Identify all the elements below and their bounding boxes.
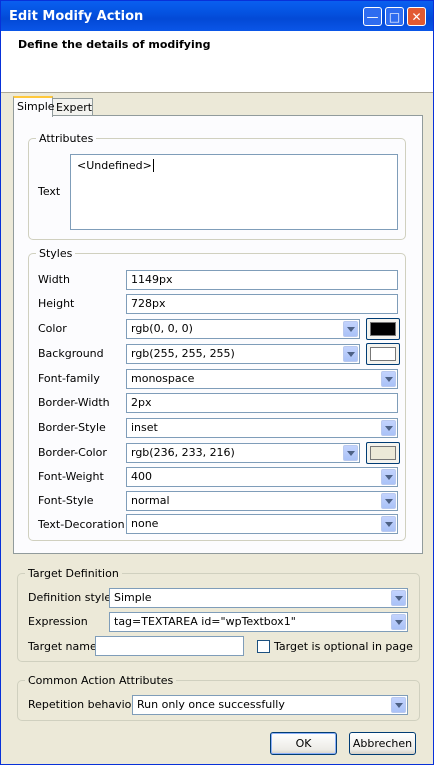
- tab-expert-label: Expert: [56, 101, 93, 114]
- chevron-down-icon[interactable]: [343, 445, 358, 461]
- border-color-select[interactable]: rgb(236, 233, 216): [126, 443, 360, 463]
- styles-legend: Styles: [36, 247, 76, 260]
- chevron-down-icon[interactable]: [343, 321, 358, 337]
- border-style-select-value: inset: [131, 421, 158, 434]
- target-definition-group: Target Definition Definition style Simpl…: [17, 567, 420, 662]
- font-weight-select-value: 400: [131, 470, 152, 483]
- expression-label: Expression: [28, 615, 88, 628]
- title-bar[interactable]: Edit Modify Action — □ ✕: [1, 1, 433, 31]
- color-select[interactable]: rgb(0, 0, 0): [126, 319, 360, 339]
- target-name-label: Target name: [28, 640, 97, 653]
- background-select[interactable]: rgb(255, 255, 255): [126, 344, 360, 364]
- ok-button[interactable]: OK: [270, 732, 337, 755]
- minimize-button[interactable]: —: [363, 7, 382, 26]
- font-style-select[interactable]: normal: [126, 491, 398, 511]
- text-area[interactable]: <Undefined>: [70, 154, 398, 230]
- color-select-value: rgb(0, 0, 0): [131, 322, 193, 335]
- minimize-icon: —: [366, 10, 379, 24]
- color-swatch: [370, 322, 396, 336]
- simple-tab-panel: Attributes Text <Undefined> Styles Width…: [13, 115, 423, 554]
- target-optional-label: Target is optional in page: [274, 640, 413, 653]
- text-label: Text: [38, 185, 61, 198]
- chevron-down-icon[interactable]: [391, 590, 406, 606]
- window-title: Edit Modify Action: [9, 9, 144, 24]
- text-decoration-select[interactable]: none: [126, 514, 398, 534]
- border-width-label: Border-Width: [38, 396, 110, 409]
- close-button[interactable]: ✕: [407, 7, 426, 26]
- font-style-select-value: normal: [131, 494, 170, 507]
- color-label: Color: [38, 322, 67, 335]
- width-input[interactable]: 1149px: [126, 270, 398, 290]
- chevron-down-icon[interactable]: [391, 614, 406, 630]
- expression-select[interactable]: tag=TEXTAREA id="wpTextbox1": [109, 612, 408, 632]
- header-title: Define the details of modifying: [18, 38, 211, 51]
- repetition-behavior-label: Repetition behavior: [28, 698, 136, 711]
- height-label: Height: [38, 297, 75, 310]
- target-definition-legend: Target Definition: [25, 567, 122, 580]
- tab-simple[interactable]: Simple: [13, 96, 55, 117]
- definition-style-select-value: Simple: [114, 591, 152, 604]
- attributes-legend: Attributes: [36, 132, 97, 145]
- tab-simple-label: Simple: [17, 100, 55, 113]
- font-family-label: Font-family: [38, 372, 100, 385]
- font-family-select-value: monospace: [131, 372, 195, 385]
- font-style-label: Font-Style: [38, 494, 94, 507]
- border-width-input[interactable]: 2px: [126, 393, 398, 413]
- maximize-icon: □: [388, 10, 401, 24]
- border-color-select-value: rgb(236, 233, 216): [131, 446, 235, 459]
- border-style-select[interactable]: inset: [126, 418, 398, 438]
- definition-style-select[interactable]: Simple: [109, 588, 408, 608]
- chevron-down-icon[interactable]: [381, 420, 396, 436]
- chevron-down-icon[interactable]: [381, 516, 396, 532]
- width-label: Width: [38, 273, 70, 286]
- maximize-button[interactable]: □: [385, 7, 404, 26]
- font-weight-label: Font-Weight: [38, 470, 104, 483]
- background-swatch: [370, 347, 396, 361]
- background-select-value: rgb(255, 255, 255): [131, 347, 235, 360]
- text-decoration-label: Text-Decoration: [38, 518, 125, 531]
- dialog-window: Edit Modify Action — □ ✕ Define the deta…: [0, 0, 434, 765]
- border-color-swatch: [370, 446, 396, 460]
- chevron-down-icon[interactable]: [381, 371, 396, 387]
- font-family-select[interactable]: monospace: [126, 369, 398, 389]
- height-input[interactable]: 728px: [126, 294, 398, 314]
- styles-group: Styles Width 1149px Height 728px Color r…: [28, 247, 406, 541]
- chevron-down-icon[interactable]: [391, 697, 406, 713]
- cancel-button[interactable]: Abbrechen: [349, 732, 416, 755]
- text-caret: [152, 159, 154, 172]
- chevron-down-icon[interactable]: [343, 346, 358, 362]
- expression-select-value: tag=TEXTAREA id="wpTextbox1": [114, 615, 296, 628]
- font-weight-select[interactable]: 400: [126, 467, 398, 487]
- close-icon: ✕: [411, 10, 422, 24]
- target-optional-checkbox[interactable]: [257, 640, 270, 653]
- background-swatch-button[interactable]: [366, 343, 400, 365]
- border-style-label: Border-Style: [38, 421, 106, 434]
- border-color-swatch-button[interactable]: [366, 442, 400, 464]
- target-name-input[interactable]: [95, 636, 244, 656]
- common-action-attributes-legend: Common Action Attributes: [25, 674, 177, 687]
- chevron-down-icon[interactable]: [381, 493, 396, 509]
- repetition-behavior-select[interactable]: Run only once successfully: [132, 695, 408, 715]
- background-label: Background: [38, 347, 104, 360]
- chevron-down-icon[interactable]: [381, 469, 396, 485]
- text-area-value: <Undefined>: [77, 159, 152, 172]
- repetition-behavior-select-value: Run only once successfully: [137, 698, 285, 711]
- border-color-label: Border-Color: [38, 446, 107, 459]
- common-action-attributes-group: Common Action Attributes Repetition beha…: [17, 674, 420, 721]
- text-decoration-select-value: none: [131, 517, 159, 530]
- attributes-group: Attributes Text <Undefined>: [28, 132, 406, 240]
- color-swatch-button[interactable]: [366, 318, 400, 340]
- definition-style-label: Definition style: [28, 591, 112, 604]
- dialog-header: Define the details of modifying: [1, 31, 433, 93]
